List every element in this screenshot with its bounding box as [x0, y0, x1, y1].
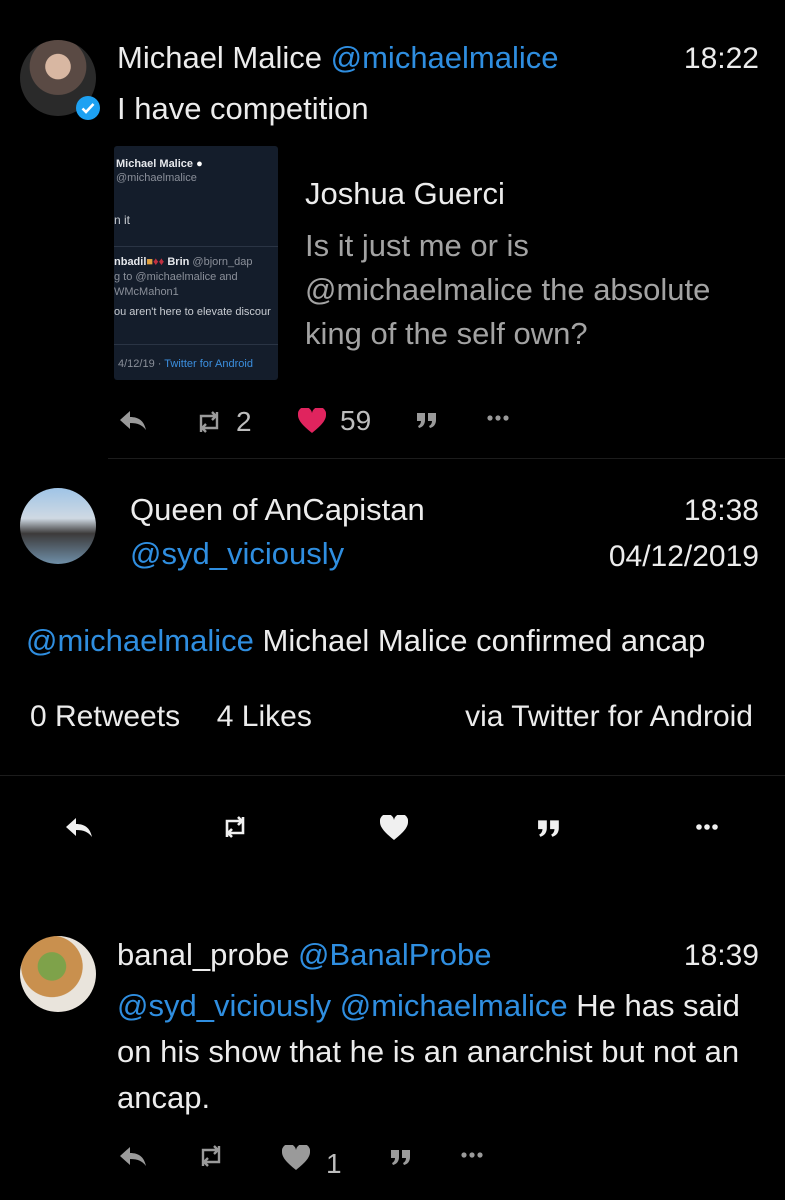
tweet2-source: via Twitter for Android [465, 700, 753, 733]
quoted-author: Joshua Guerci [305, 176, 505, 211]
quote-button[interactable] [537, 818, 561, 838]
avatar-banal-probe[interactable] [20, 936, 96, 1012]
verified-icon [76, 96, 100, 120]
like-button[interactable]: 1 [282, 1142, 342, 1179]
embed-handle: @michaelmalice [116, 172, 197, 184]
embed-footer: 4/12/19 · Twitter for Android [118, 358, 253, 370]
mention[interactable]: @michaelmalice [340, 988, 568, 1023]
tweet3-text: @syd_viciously @michaelmalice He has sai… [117, 988, 740, 1115]
quote-icon [417, 413, 436, 428]
retweet-button[interactable] [198, 1142, 224, 1170]
tweet1-text: I have competition [117, 91, 369, 126]
quote-button[interactable] [390, 1148, 412, 1166]
embed-reply-line1: g to @michaelmalice and [114, 271, 238, 283]
retweet-button[interactable] [222, 813, 248, 841]
divider [108, 458, 785, 459]
quote-icon [391, 1150, 410, 1165]
embed-reply-line2: WMcMahon1 [114, 286, 179, 298]
reply-icon [120, 411, 146, 430]
like-count: 1 [326, 1148, 342, 1179]
embed-partial-text: n it [114, 213, 131, 227]
like-button[interactable]: 59 [298, 405, 371, 437]
reply-button[interactable] [118, 1144, 148, 1168]
reply-button[interactable] [118, 408, 148, 432]
divider [0, 775, 785, 776]
tweet2-author: Queen of AnCapistan [130, 492, 425, 527]
heart-icon [298, 408, 326, 433]
more-button[interactable] [486, 414, 510, 422]
retweet-icon [199, 411, 219, 433]
retweets-count[interactable]: 0 Retweets [30, 700, 180, 733]
tweet2-stats: 0 Retweets 4 Likes [30, 700, 312, 734]
author-name: banal_probe [117, 937, 290, 972]
more-icon [461, 1152, 483, 1158]
embed-reply-header: nbadil■♦♦ Brin @bjorn_dap [114, 256, 253, 268]
author-name: Michael Malice [117, 40, 323, 75]
reply-icon [66, 818, 92, 837]
tweet2-date: 04/12/2019 [608, 540, 759, 573]
tweet3-time: 18:39 [683, 939, 759, 972]
more-icon [487, 415, 509, 421]
author-handle[interactable]: @michaelmalice [331, 40, 559, 75]
embed-name: Michael Malice ● [116, 158, 203, 170]
quote-button[interactable] [416, 411, 438, 429]
retweet-count: 2 [236, 406, 252, 437]
tweet3-author: banal_probe @BanalProbe [117, 937, 492, 973]
like-button[interactable] [380, 815, 408, 841]
mention[interactable]: @syd_viciously [117, 988, 331, 1023]
tweet1-author: Michael Malice @michaelmalice [117, 40, 559, 76]
like-count: 59 [340, 405, 372, 436]
reply-button[interactable] [64, 815, 94, 839]
likes-count[interactable]: 4 Likes [217, 700, 312, 733]
avatar-queen-of-ancapistan[interactable] [20, 488, 96, 564]
tweet1-time: 18:22 [683, 42, 759, 75]
retweet-icon [201, 1145, 221, 1167]
more-button[interactable] [460, 1151, 484, 1159]
embed-reply-line3: ou aren't here to elevate discour [114, 306, 271, 318]
author-handle[interactable]: @BanalProbe [298, 937, 491, 972]
heart-icon [380, 815, 408, 840]
heart-icon [282, 1145, 310, 1170]
mention[interactable]: @michaelmalice [26, 623, 254, 658]
more-button[interactable] [694, 823, 720, 831]
reply-icon [120, 1147, 146, 1166]
embedded-screenshot[interactable]: Michael Malice ● @michaelmalice n it nba… [114, 146, 278, 380]
retweet-icon [225, 816, 245, 838]
more-icon [696, 824, 718, 830]
tweet2-time: 18:38 [683, 494, 759, 527]
retweet-button[interactable]: 2 [196, 406, 252, 438]
quote-icon [538, 820, 559, 837]
tweet2-handle[interactable]: @syd_viciously [130, 536, 344, 572]
tweet2-text: @michaelmalice Michael Malice confirmed … [26, 623, 706, 658]
quoted-text: Is it just me or is @michaelmalice the a… [305, 228, 711, 351]
